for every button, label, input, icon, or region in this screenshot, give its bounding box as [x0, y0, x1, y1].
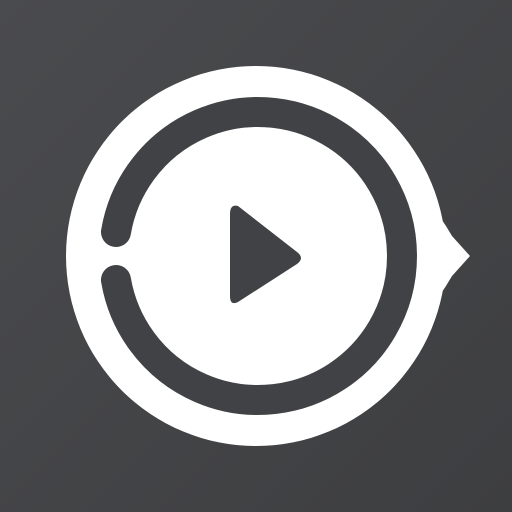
app-icon[interactable]	[0, 0, 512, 512]
app-icon-graphic	[0, 0, 512, 512]
